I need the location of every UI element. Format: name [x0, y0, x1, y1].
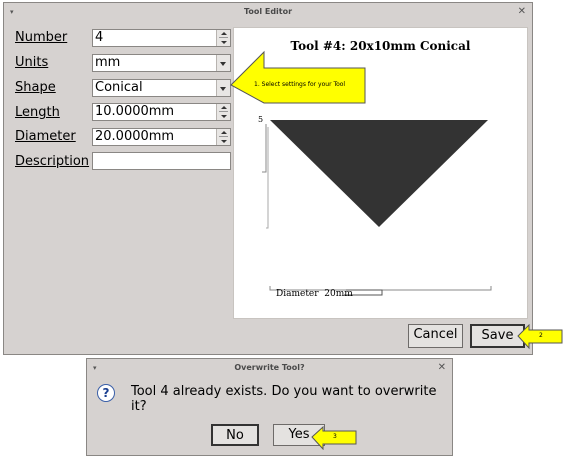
tool-shape	[270, 120, 488, 227]
overwrite-message: Tool 4 already exists. Do you want to ov…	[131, 384, 437, 414]
shape-value: Conical	[95, 80, 143, 95]
callout-step-2-text: 2	[539, 332, 543, 339]
length-dimension-line	[262, 124, 267, 173]
shape-label: Shape	[15, 80, 56, 95]
callout-step-1-text: 1. Select settings for your Tool	[254, 81, 346, 88]
window-menu-icon[interactable]: ▾	[93, 359, 97, 377]
diameter-label: Diameter	[15, 129, 76, 144]
overwrite-dialog: ▾ Overwrite Tool? ✕ ? Tool 4 already exi…	[86, 358, 453, 456]
units-combobox[interactable]: mm	[92, 54, 231, 72]
chevron-down-icon[interactable]	[216, 55, 230, 71]
length-label: Length	[15, 105, 60, 120]
tool-editor-title: Tool Editor	[243, 7, 293, 16]
callout-step-3-text: 3	[333, 433, 337, 440]
callout-step-3: 3	[310, 426, 358, 450]
tool-editor-titlebar[interactable]: ▾ Tool Editor ✕	[4, 3, 532, 21]
no-button-label: No	[226, 428, 244, 443]
yes-button-label: Yes	[288, 427, 310, 442]
callout-step-2: 2	[516, 324, 564, 350]
units-label: Units	[15, 55, 49, 70]
description-label: Description	[15, 154, 90, 169]
callout-step-1: 1. Select settings for your Tool	[229, 50, 367, 108]
length-spinbox[interactable]: 10.0000mm	[92, 103, 231, 121]
no-button[interactable]: No	[211, 424, 259, 446]
save-button-label: Save	[481, 328, 514, 343]
length-value: 10.0000mm	[95, 104, 175, 119]
overwrite-dialog-title: Overwrite Tool?	[234, 363, 305, 372]
spin-arrows-icon[interactable]	[216, 129, 230, 145]
length-marker: 5	[258, 115, 264, 124]
diameter-spinbox[interactable]: 20.0000mm	[92, 128, 231, 146]
spin-arrows-icon[interactable]	[216, 30, 230, 46]
cancel-button-label: Cancel	[413, 327, 458, 342]
diameter-value: 20.0000mm	[95, 129, 175, 144]
close-icon[interactable]: ✕	[518, 3, 526, 21]
window-menu-icon[interactable]: ▾	[10, 3, 14, 21]
cancel-button[interactable]: Cancel	[408, 324, 463, 348]
overwrite-dialog-titlebar[interactable]: ▾ Overwrite Tool? ✕	[87, 359, 452, 377]
units-value: mm	[95, 55, 121, 70]
shape-combobox[interactable]: Conical	[92, 79, 231, 97]
close-icon[interactable]: ✕	[438, 359, 446, 377]
spin-arrows-icon[interactable]	[216, 104, 230, 120]
number-value: 4	[95, 30, 104, 45]
number-spinbox[interactable]: 4	[92, 29, 231, 47]
chevron-down-icon[interactable]	[216, 80, 230, 96]
question-icon: ?	[97, 384, 115, 402]
description-input[interactable]	[92, 152, 231, 170]
number-label: Number	[15, 30, 68, 45]
diameter-dimension-label: Diameter 20mm	[276, 289, 353, 299]
